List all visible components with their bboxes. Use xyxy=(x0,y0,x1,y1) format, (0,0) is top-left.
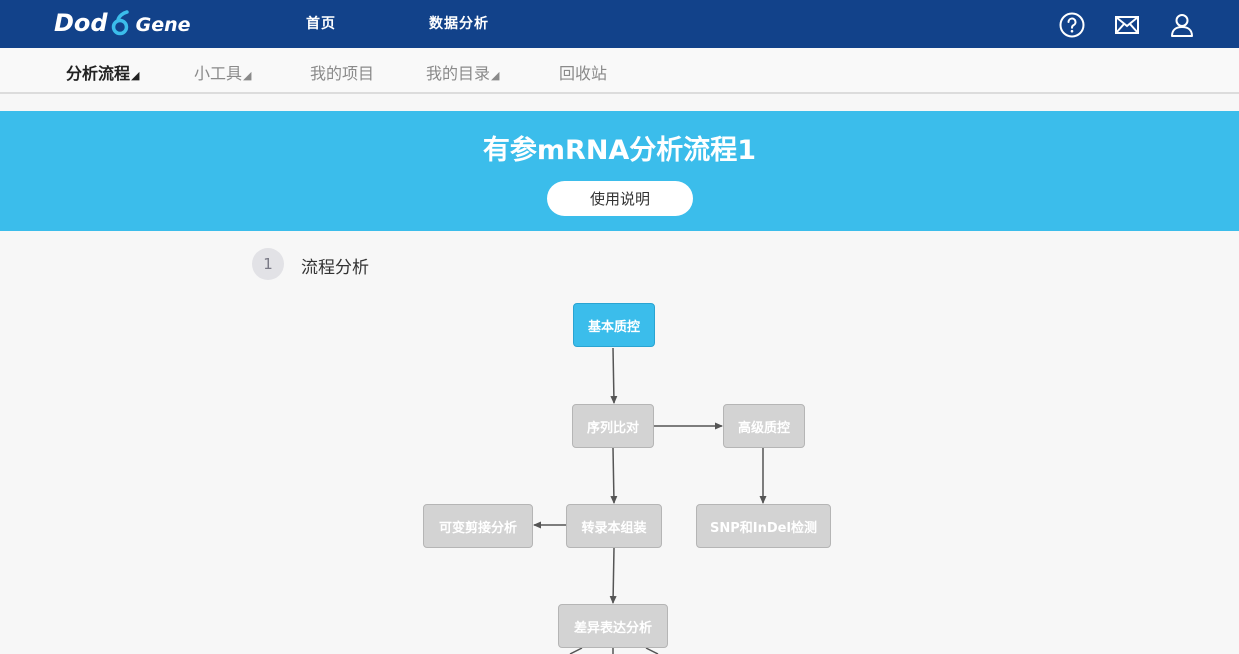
flow-node-advanced-qc[interactable]: 高级质控 xyxy=(723,404,805,448)
edge-qc-align xyxy=(610,347,618,404)
flow-node-diff-expression[interactable]: 差异表达分析 xyxy=(558,604,668,648)
edge-diff-out-left xyxy=(569,647,583,654)
edge-diff-out-right xyxy=(645,647,659,654)
flow-node-snp-indel[interactable]: SNP和InDel检测 xyxy=(696,504,831,548)
edge-align-assembly xyxy=(610,447,618,504)
edge-assembly-diff xyxy=(609,547,617,604)
flow-node-alignment[interactable]: 序列比对 xyxy=(572,404,654,448)
flow-node-transcript-assembly[interactable]: 转录本组装 xyxy=(566,504,662,548)
flow-node-basic-qc[interactable]: 基本质控 xyxy=(573,303,655,347)
flow-node-alt-splicing[interactable]: 可变剪接分析 xyxy=(423,504,533,548)
